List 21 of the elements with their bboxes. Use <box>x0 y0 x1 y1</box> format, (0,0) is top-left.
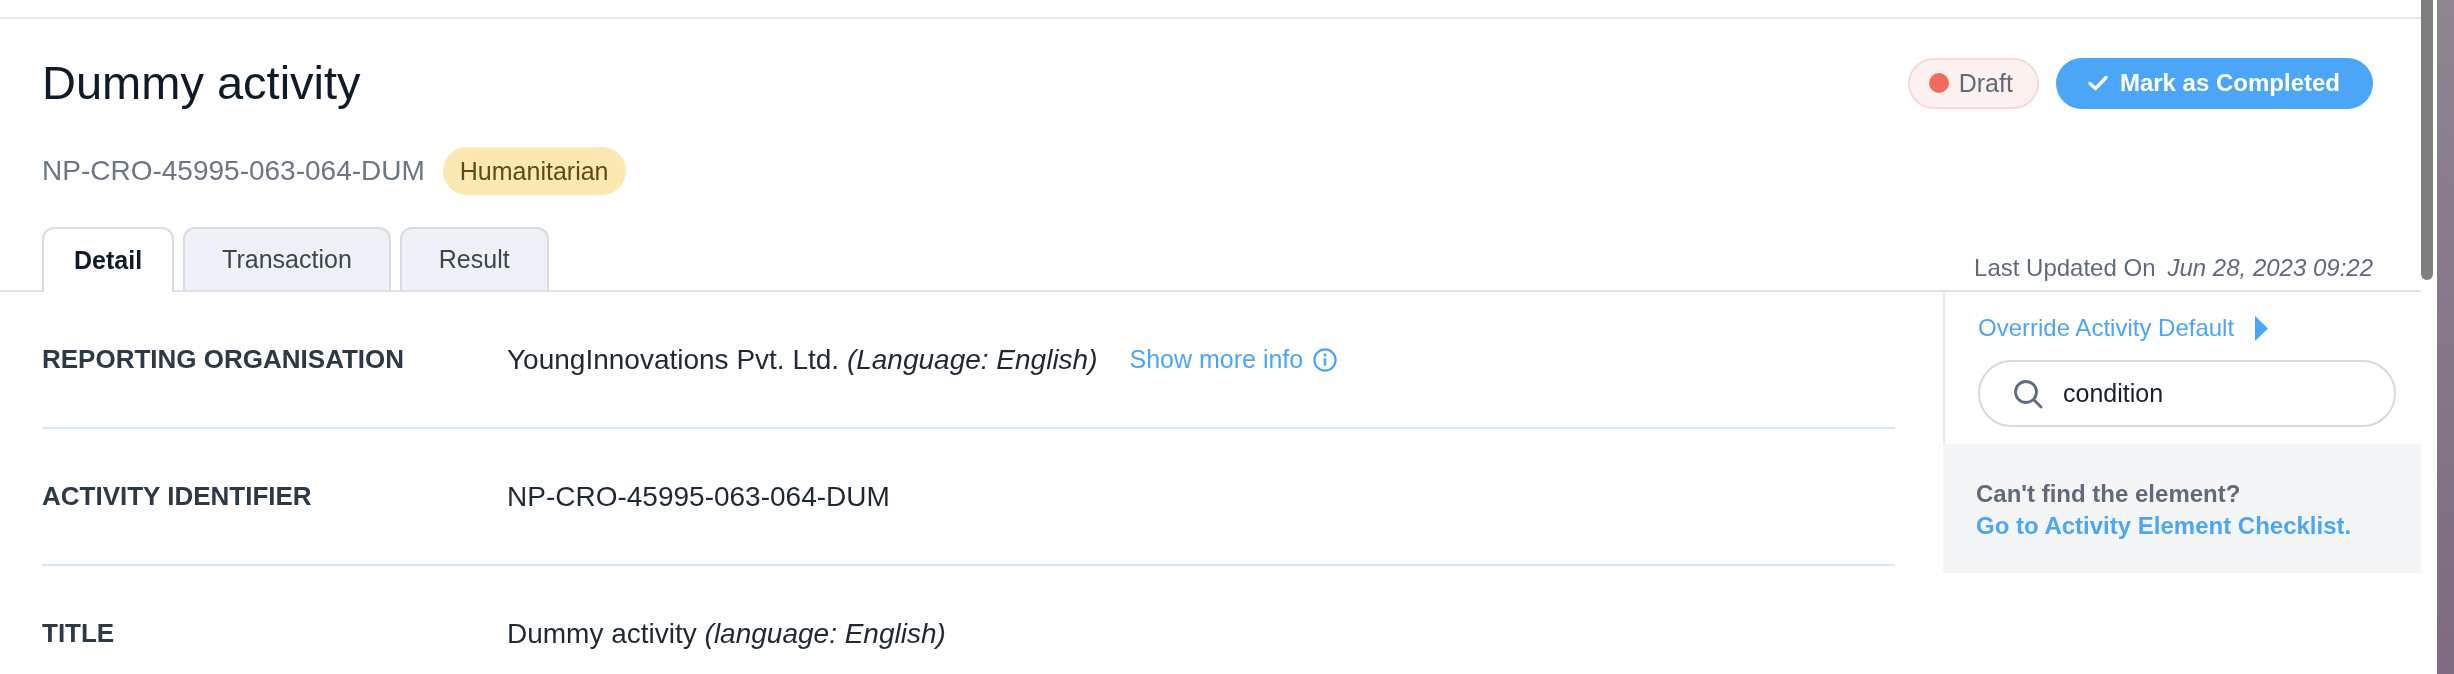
field-label: ACTIVITY IDENTIFIER <box>42 481 313 512</box>
info-icon <box>1313 347 1338 372</box>
search-icon <box>2013 378 2043 409</box>
field-label: TITLE <box>42 618 116 649</box>
help-text: Can't find the element? Go to Activity Element Checklist. <box>1943 444 2421 573</box>
status-label: Draft <box>1958 68 2013 98</box>
scrollbar-thumb[interactable] <box>2421 0 2433 280</box>
checkmark-icon <box>2087 75 2108 91</box>
last-updated-date: Jun 28, 2023 09:22 <box>2167 254 2373 282</box>
last-updated-label: Last Updated On <box>1974 254 2156 282</box>
humanitarian-tag: Humanitarian <box>442 147 626 195</box>
tab[interactable]: Result <box>399 227 549 290</box>
field-value: Dummy activity (language: English) <box>507 617 946 650</box>
tab[interactable]: Transaction <box>183 227 391 290</box>
activity-identifier: NP-CRO-45995-063-064-DUM <box>42 155 425 187</box>
tab[interactable]: Detail <box>42 227 175 292</box>
field-value: NP-CRO-45995-063-064-DUM <box>507 480 890 513</box>
field-value: YoungInnovations Pvt. Ltd. (Language: English) <box>507 343 1098 376</box>
search-field[interactable]: condition <box>1978 360 2396 427</box>
page-title: Dummy activity <box>42 55 361 111</box>
field-label: REPORTING ORGANISATION <box>42 344 406 375</box>
